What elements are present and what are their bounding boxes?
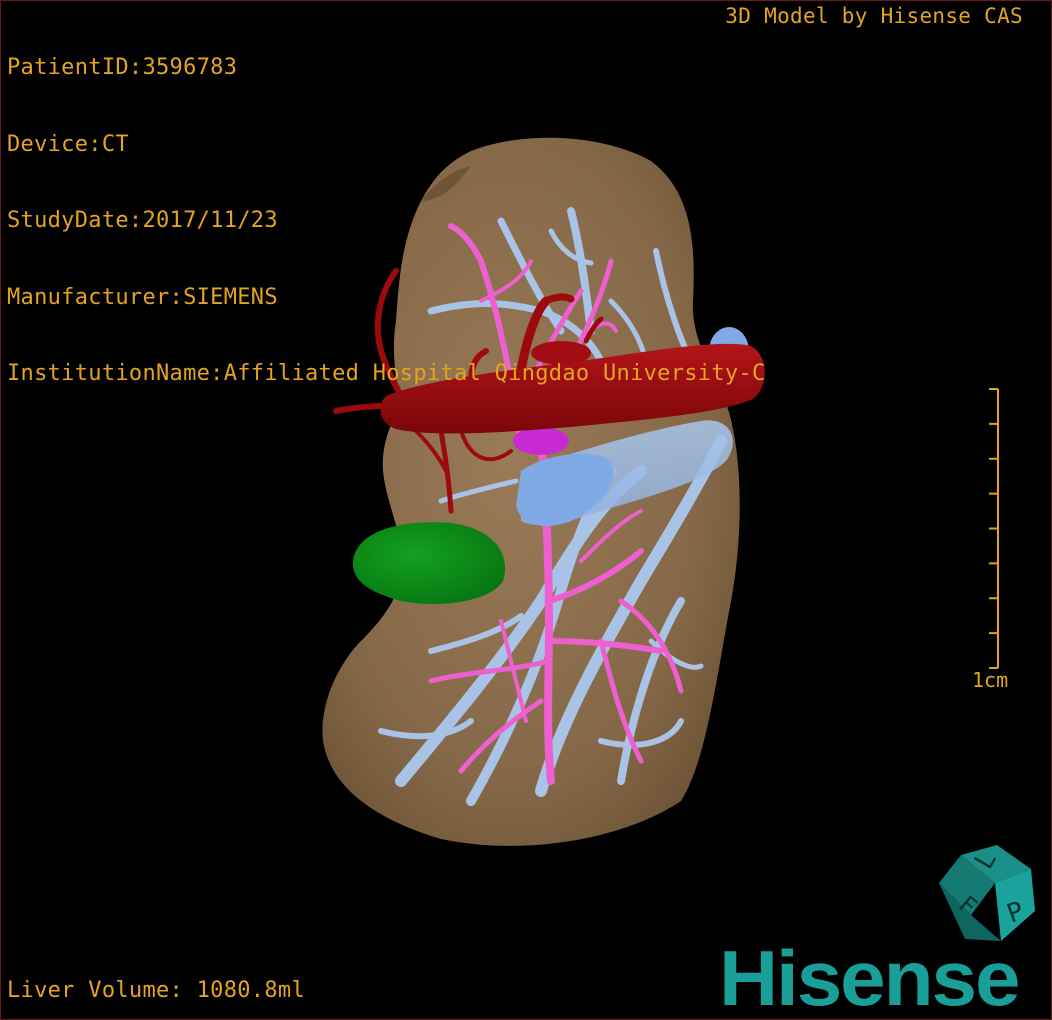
study-date-text: StudyDate:2017/11/23 (7, 208, 278, 233)
institution-text: InstitutionName:Affiliated Hospital Qing… (7, 361, 766, 386)
hisense-logo: Hisense (719, 934, 1021, 1020)
liver-volume-text: Liver Volume: 1080.8ml (7, 977, 305, 1003)
gallbladder (352, 522, 506, 605)
scale-bar-label: 1cm (972, 668, 1009, 692)
patient-id-text: PatientID:3596783 (7, 55, 238, 80)
device-text: Device:CT (7, 131, 129, 157)
3d-viewport[interactable]: PatientID:3596783 Device:CT StudyDate:20… (0, 0, 1052, 1020)
patient-info-overlay: PatientID:3596783 Device:CT StudyDate:20… (7, 4, 766, 438)
model-credit-text: 3D Model by Hisense CAS (725, 4, 1023, 28)
manufacturer-text: Manufacturer:SIEMENS (7, 284, 278, 310)
scale-bar (989, 388, 999, 669)
